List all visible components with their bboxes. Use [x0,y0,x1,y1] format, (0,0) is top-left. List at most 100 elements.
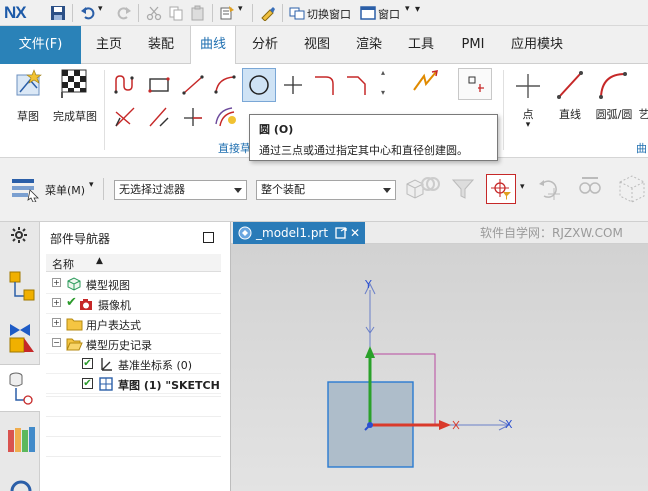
menu-button[interactable]: 菜单(M) [45,182,85,198]
make-corner-icon[interactable] [180,104,206,130]
model-view-icon [67,277,81,291]
type-filter-dropdown[interactable]: 无选择过滤器 [114,180,247,200]
file-menu[interactable]: 文件(F) [0,26,81,64]
line-tool-icon[interactable] [180,72,206,98]
tree-item-model-views[interactable]: + 模型视图 [46,274,221,294]
close-tab-icon[interactable]: ✕ [350,222,360,244]
repeat-command-icon[interactable] [219,5,235,21]
customize-qab-icon[interactable]: ▾ [415,4,420,15]
command-finder-icon[interactable] [260,5,276,21]
tab-curve[interactable]: 曲线 [190,26,236,65]
line-icon[interactable] [556,70,584,100]
expand-icon[interactable]: + [52,298,61,307]
point-tool-icon[interactable] [280,72,306,98]
arc-circle-button-label[interactable]: 圆弧/圆 [592,106,636,122]
copy-icon[interactable] [168,5,184,21]
line-button-label[interactable]: 直线 [552,106,588,122]
tree-item-sketch[interactable]: ✔ 草图 (1) "SKETCH [46,374,221,394]
assembly-navigator-icon[interactable] [6,270,36,304]
separator [72,4,73,22]
tab-assembly[interactable]: 装配 [138,26,184,64]
gear-icon[interactable] [10,226,28,244]
profile-icon[interactable] [112,72,138,98]
point-icon[interactable] [514,72,542,100]
snap-point-icon[interactable] [489,177,513,201]
repeat-dropdown-icon[interactable]: ▾ [238,4,243,14]
cut-icon[interactable] [146,5,162,21]
gallery-scroll[interactable]: ▴ ▾ [378,68,388,108]
collapse-icon[interactable]: − [52,338,61,347]
fillet-icon[interactable] [312,72,338,98]
art-spline-button-label[interactable]: 艺 [638,106,648,122]
circle-icon[interactable] [246,72,272,98]
tab-analysis[interactable]: 分析 [242,26,288,64]
divider [46,396,221,397]
maximize-icon[interactable] [203,232,214,243]
undo-dropdown-icon[interactable]: ▾ [98,4,103,14]
feature-select-icon[interactable] [418,172,442,196]
undo-icon[interactable] [80,5,96,21]
arc-circle-icon[interactable] [598,70,628,100]
finish-sketch-button-label[interactable]: 完成草图 [50,108,100,124]
menu-dropdown-icon[interactable]: ▾ [89,180,94,190]
snap-dropdown-icon[interactable]: ▾ [520,182,525,192]
tree-item-label: 模型视图 [86,279,130,292]
finish-sketch-icon[interactable] [58,68,90,98]
sketch-icon[interactable] [14,68,44,98]
reuse-library-icon[interactable] [6,424,38,454]
switch-window-icon[interactable] [289,5,305,21]
tab-home[interactable]: 主页 [86,26,132,64]
separator [103,178,104,200]
offset-curve-icon[interactable] [212,104,238,130]
history-icon[interactable] [8,478,34,491]
redo-icon[interactable] [116,5,132,21]
visibility-checkbox[interactable]: ✔ [82,378,93,389]
window-menu[interactable]: 窗口 [378,6,400,22]
tree-item-model-history[interactable]: − 模型历史记录 [46,334,221,354]
filter-select-icon[interactable] [450,176,476,202]
window-icon[interactable] [360,5,376,21]
document-tab-label: _model1.prt [256,226,329,240]
expand-icon[interactable]: + [52,278,61,287]
tab-pmi[interactable]: PMI [450,26,496,64]
binoculars-icon[interactable] [576,172,604,200]
tree-item-label: 草图 (1) "SKETCH [118,379,220,392]
paste-icon[interactable] [190,5,206,21]
window-dropdown-icon[interactable]: ▾ [405,4,410,14]
navigator-column-header[interactable]: 名称 ▲ [46,254,221,272]
tab-render[interactable]: 渲染 [346,26,392,64]
unpin-icon[interactable] [335,227,347,239]
tab-view[interactable]: 视图 [294,26,340,64]
selection-scope-dropdown[interactable]: 整个装配 [256,180,396,200]
column-name: 名称 [52,258,74,271]
menu-icon[interactable] [10,176,42,202]
sketch-button-label[interactable]: 草图 [9,108,47,124]
associative-curve-icon[interactable] [410,68,440,96]
constraint-navigator-icon[interactable] [6,320,36,354]
divider [46,436,221,437]
tree-item-datum-csys[interactable]: ✔ 基准坐标系 (0) [46,354,221,374]
tree-item-label: 模型历史记录 [86,339,152,352]
document-tab[interactable]: _model1.prt ✕ [233,222,365,244]
tab-tools[interactable]: 工具 [398,26,444,64]
save-icon[interactable] [50,5,66,21]
rectangle-icon[interactable] [146,72,172,98]
rotate-snap-icon[interactable] [536,174,564,202]
arc-icon[interactable] [212,72,238,98]
watermark: 软件自学网：RJZXW.COM [480,226,623,240]
origin-marker [367,422,373,428]
point-dropdown-icon[interactable]: ▾ [514,120,542,130]
view-cube-icon[interactable] [616,172,648,204]
chamfer-icon[interactable] [344,72,370,98]
graphics-viewport[interactable]: Y X [231,244,648,491]
extend-icon[interactable] [146,104,172,130]
nx-logo: NX [4,3,27,22]
visibility-checkbox[interactable]: ✔ [82,358,93,369]
switch-window-button[interactable]: 切换窗口 [307,6,351,22]
tree-item-camera[interactable]: + ✔ 摄像机 [46,294,221,314]
trim-icon[interactable] [112,104,138,130]
expand-icon[interactable]: + [52,318,61,327]
tab-application[interactable]: 应用模块 [502,26,572,64]
tree-item-user-expressions[interactable]: + 用户表达式 [46,314,221,334]
constraint-icon[interactable] [466,74,486,94]
